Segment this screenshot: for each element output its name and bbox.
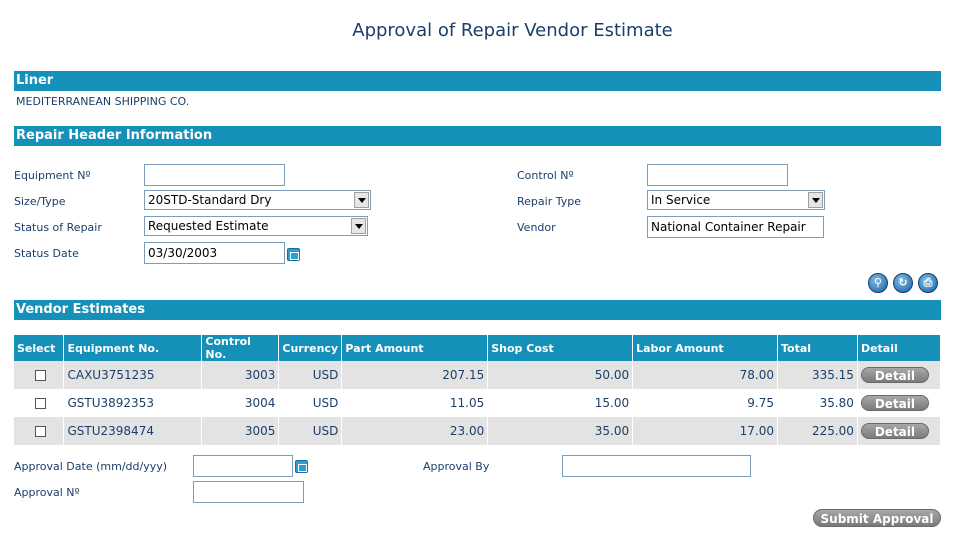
size-type-select[interactable]: 20STD-Standard Dry [144, 190, 371, 210]
column-header-part-amount: Part Amount [341, 335, 489, 361]
page-title: Approval of Repair Vendor Estimate [352, 20, 673, 41]
chevron-down-icon [351, 218, 366, 234]
column-header-currency: Currency [278, 335, 343, 361]
column-header-control: Control No. [201, 335, 280, 361]
calendar-icon[interactable] [287, 248, 300, 261]
chevron-down-icon [808, 192, 823, 208]
approval-by-label: Approval By [423, 460, 490, 473]
equipment-cell: GSTU3892353 [63, 389, 203, 417]
search-icon[interactable]: ⚲ [868, 273, 888, 293]
equipment-cell: CAXU3751235 [63, 361, 203, 389]
detail-button[interactable]: Detail [860, 395, 929, 411]
status-date-field[interactable]: 03/30/2003 [144, 242, 285, 264]
detail-cell: Detail [857, 389, 942, 417]
select-cell [14, 361, 65, 389]
column-header-detail: Detail [857, 335, 942, 361]
repair-type-label: Repair Type [517, 195, 581, 208]
repair-header-section-header: Repair Header Information [14, 126, 941, 146]
total-cell: 35.80 [777, 389, 858, 417]
equipment-cell: GSTU2398474 [63, 417, 203, 445]
vendor-label: Vendor [517, 221, 556, 234]
detail-cell: Detail [857, 361, 942, 389]
shop-cost-cell: 50.00 [487, 361, 634, 389]
submit-approval-button[interactable]: Submit Approval [813, 509, 941, 527]
shop-cost-cell: 35.00 [487, 417, 634, 445]
table-header-row: Select Equipment No. Control No. Currenc… [14, 335, 942, 361]
status-date-label: Status Date [14, 247, 79, 260]
calendar-icon[interactable] [295, 460, 308, 473]
total-cell: 335.15 [777, 361, 858, 389]
currency-cell: USD [278, 417, 343, 445]
labor-amount-cell: 9.75 [632, 389, 778, 417]
chevron-down-icon [354, 192, 369, 208]
approval-date-field[interactable] [193, 455, 293, 477]
control-cell: 3005 [201, 417, 280, 445]
vendor-estimates-table: Select Equipment No. Control No. Currenc… [14, 335, 942, 445]
part-amount-cell: 11.05 [341, 389, 489, 417]
status-of-repair-select[interactable]: Requested Estimate [144, 216, 368, 236]
row-select-checkbox[interactable] [35, 398, 46, 409]
select-cell [14, 389, 65, 417]
approval-no-field[interactable] [193, 481, 304, 503]
column-header-total: Total [777, 335, 858, 361]
vendor-estimates-section-header: Vendor Estimates [14, 300, 941, 320]
column-header-shop-cost: Shop Cost [487, 335, 634, 361]
part-amount-cell: 207.15 [341, 361, 489, 389]
table-row: GSTU3892353 3004 USD 11.05 15.00 9.75 35… [14, 389, 942, 417]
shop-cost-cell: 15.00 [487, 389, 634, 417]
control-no-field[interactable] [647, 164, 788, 186]
table-row: GSTU2398474 3005 USD 23.00 35.00 17.00 2… [14, 417, 942, 445]
column-header-labor-amount: Labor Amount [632, 335, 778, 361]
repair-type-select[interactable]: In Service [647, 190, 825, 210]
row-select-checkbox[interactable] [35, 370, 46, 381]
equipment-no-field[interactable] [144, 164, 285, 186]
row-select-checkbox[interactable] [35, 426, 46, 437]
repair-type-value: In Service [651, 193, 711, 207]
part-amount-cell: 23.00 [341, 417, 489, 445]
approval-by-field[interactable] [562, 455, 751, 477]
currency-cell: USD [278, 361, 343, 389]
size-type-label: Size/Type [14, 195, 66, 208]
labor-amount-cell: 78.00 [632, 361, 778, 389]
equipment-no-label: Equipment Nº [14, 169, 91, 182]
size-type-value: 20STD-Standard Dry [148, 193, 272, 207]
total-cell: 225.00 [777, 417, 858, 445]
detail-cell: Detail [857, 417, 942, 445]
approval-no-label: Approval Nº [14, 486, 80, 499]
detail-button[interactable]: Detail [860, 367, 929, 383]
refresh-icon[interactable]: ↻ [893, 273, 913, 293]
print-icon[interactable]: ⎙ [918, 273, 938, 293]
control-no-label: Control Nº [517, 169, 574, 182]
column-header-equipment: Equipment No. [63, 335, 203, 361]
control-cell: 3003 [201, 361, 280, 389]
detail-button[interactable]: Detail [860, 423, 929, 439]
status-of-repair-label: Status of Repair [14, 221, 102, 234]
approval-date-label: Approval Date (mm/dd/yyy) [14, 460, 168, 473]
select-cell [14, 417, 65, 445]
column-header-select: Select [14, 335, 65, 361]
liner-section-header: Liner [14, 71, 941, 91]
vendor-field[interactable]: National Container Repair [647, 216, 824, 238]
status-of-repair-value: Requested Estimate [148, 219, 269, 233]
control-cell: 3004 [201, 389, 280, 417]
liner-name: MEDITERRANEAN SHIPPING CO. [16, 95, 190, 108]
currency-cell: USD [278, 389, 343, 417]
table-row: CAXU3751235 3003 USD 207.15 50.00 78.00 … [14, 361, 942, 389]
labor-amount-cell: 17.00 [632, 417, 778, 445]
